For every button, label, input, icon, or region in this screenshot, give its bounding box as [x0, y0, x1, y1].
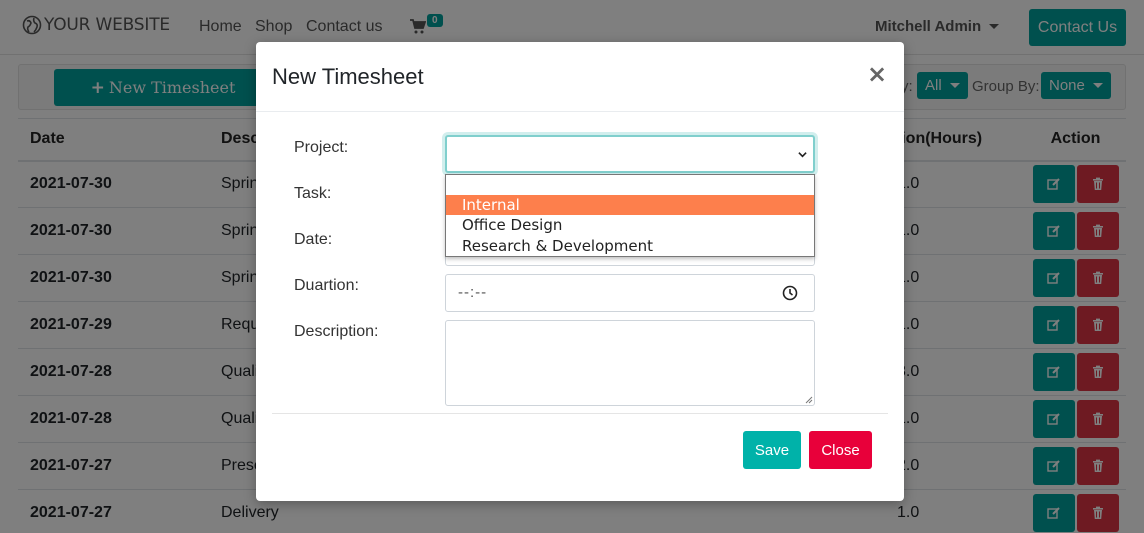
date-label: Date: [294, 231, 333, 248]
task-label: Task: [294, 185, 332, 202]
modal-header: New Timesheet × [256, 42, 904, 112]
modal-footer-divider [272, 413, 888, 414]
project-select[interactable] [445, 135, 815, 173]
save-button[interactable]: Save [743, 431, 801, 469]
project-option-research-development[interactable]: Research & Development [446, 236, 814, 256]
duration-time-input[interactable]: --:-- [445, 274, 815, 312]
new-timesheet-modal: New Timesheet × Project: Task: Date: Dua… [256, 42, 904, 501]
modal-title: New Timesheet [272, 64, 424, 89]
project-options-list: Internal Office Design Research & Develo… [445, 174, 815, 257]
description-textarea[interactable] [445, 320, 815, 406]
duration-label: Duartion: [294, 277, 359, 294]
close-icon[interactable]: × [867, 62, 887, 86]
description-label: Description: [294, 323, 379, 340]
close-button[interactable]: Close [809, 431, 872, 469]
resize-grip-icon[interactable] [804, 395, 813, 404]
duration-placeholder: --:-- [458, 284, 488, 301]
project-option-internal[interactable]: Internal [446, 195, 814, 215]
project-label: Project: [294, 139, 349, 156]
project-option-empty[interactable] [446, 175, 814, 195]
clock-icon[interactable] [782, 285, 798, 301]
project-option-office-design[interactable]: Office Design [446, 215, 814, 235]
chevron-down-icon [798, 152, 807, 158]
